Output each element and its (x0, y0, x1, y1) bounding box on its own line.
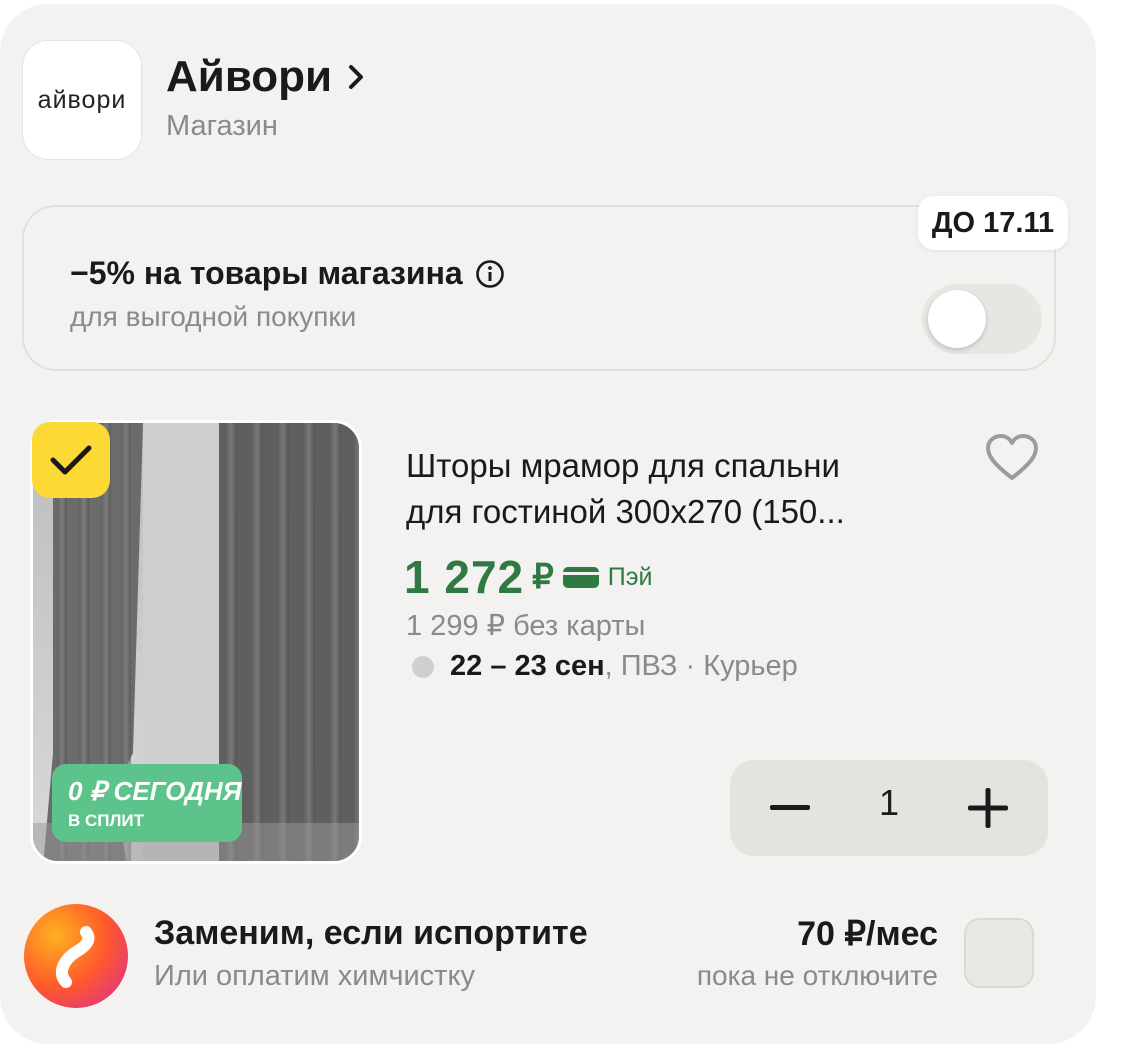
card-icon (562, 567, 599, 588)
info-icon[interactable] (475, 259, 505, 289)
plus-icon (968, 788, 1008, 828)
insurance-title: Заменим, если испортите (154, 914, 588, 952)
price-without-card: 1 299 ₽ без карты (406, 610, 646, 642)
promo-title-row: −5% на товары магазина (70, 255, 505, 292)
promo-title: −5% на товары магазина (70, 255, 463, 291)
insurance-checkbox[interactable] (964, 918, 1034, 988)
chevron-right-icon (349, 65, 364, 89)
svg-text:айвори: айвори (38, 86, 127, 114)
split-badge: 0 ₽ СЕГОДНЯ В СПЛИТ (52, 764, 242, 842)
favorite-button[interactable] (984, 432, 1040, 484)
delivery-status-dot (412, 655, 434, 678)
quantity-stepper: 1 (730, 760, 1048, 856)
delivery-row: 22 – 23 сен, ПВЗ · Курьер (412, 650, 798, 683)
minus-icon (770, 805, 810, 810)
price-with-card: 1 272 (404, 551, 525, 603)
heart-icon (986, 434, 1038, 480)
quantity-value: 1 (878, 782, 900, 823)
insurance-logo-icon (22, 902, 130, 1010)
store-logo[interactable]: айвори (22, 40, 142, 160)
increase-quantity-button[interactable] (958, 778, 1018, 838)
promo-deadline-badge: ДО 17.11 (918, 196, 1068, 250)
insurance-note: пока не отключите (696, 960, 938, 991)
split-badge-main: 0 ₽ СЕГОДНЯ (68, 776, 242, 806)
price-currency: ₽ (532, 558, 554, 596)
split-badge-sub: В СПЛИТ (68, 811, 145, 830)
delivery-method: , ПВЗ · Курьер (604, 650, 798, 682)
promo-toggle[interactable] (922, 284, 1042, 354)
product-select-checkbox[interactable] (32, 422, 110, 498)
promo-subtitle: для выгодной покупки (70, 301, 357, 332)
toggle-knob (928, 290, 986, 348)
store-type: Магазин (166, 110, 278, 142)
decrease-quantity-button[interactable] (760, 778, 820, 838)
checkmark-icon (50, 445, 92, 475)
store-promo-box: −5% на товары магазина для выгодной поку… (22, 205, 1056, 371)
pay-label: Пэй (607, 562, 653, 591)
delivery-date: 22 – 23 сен (450, 650, 605, 682)
product-title-line2[interactable]: для гостиной 300х270 (150... (406, 493, 845, 531)
price-row: 1 272 ₽ Пэй (404, 550, 652, 604)
insurance-subtitle: Или оплатим химчистку (154, 960, 475, 992)
store-name-link[interactable]: Айвори (166, 52, 366, 102)
insurance-price: 70 ₽/мес (797, 915, 938, 953)
store-name: Айвори (166, 52, 333, 101)
product-title-line1[interactable]: Шторы мрамор для спальни (406, 447, 840, 485)
store-logo-image: айвори (38, 86, 127, 114)
